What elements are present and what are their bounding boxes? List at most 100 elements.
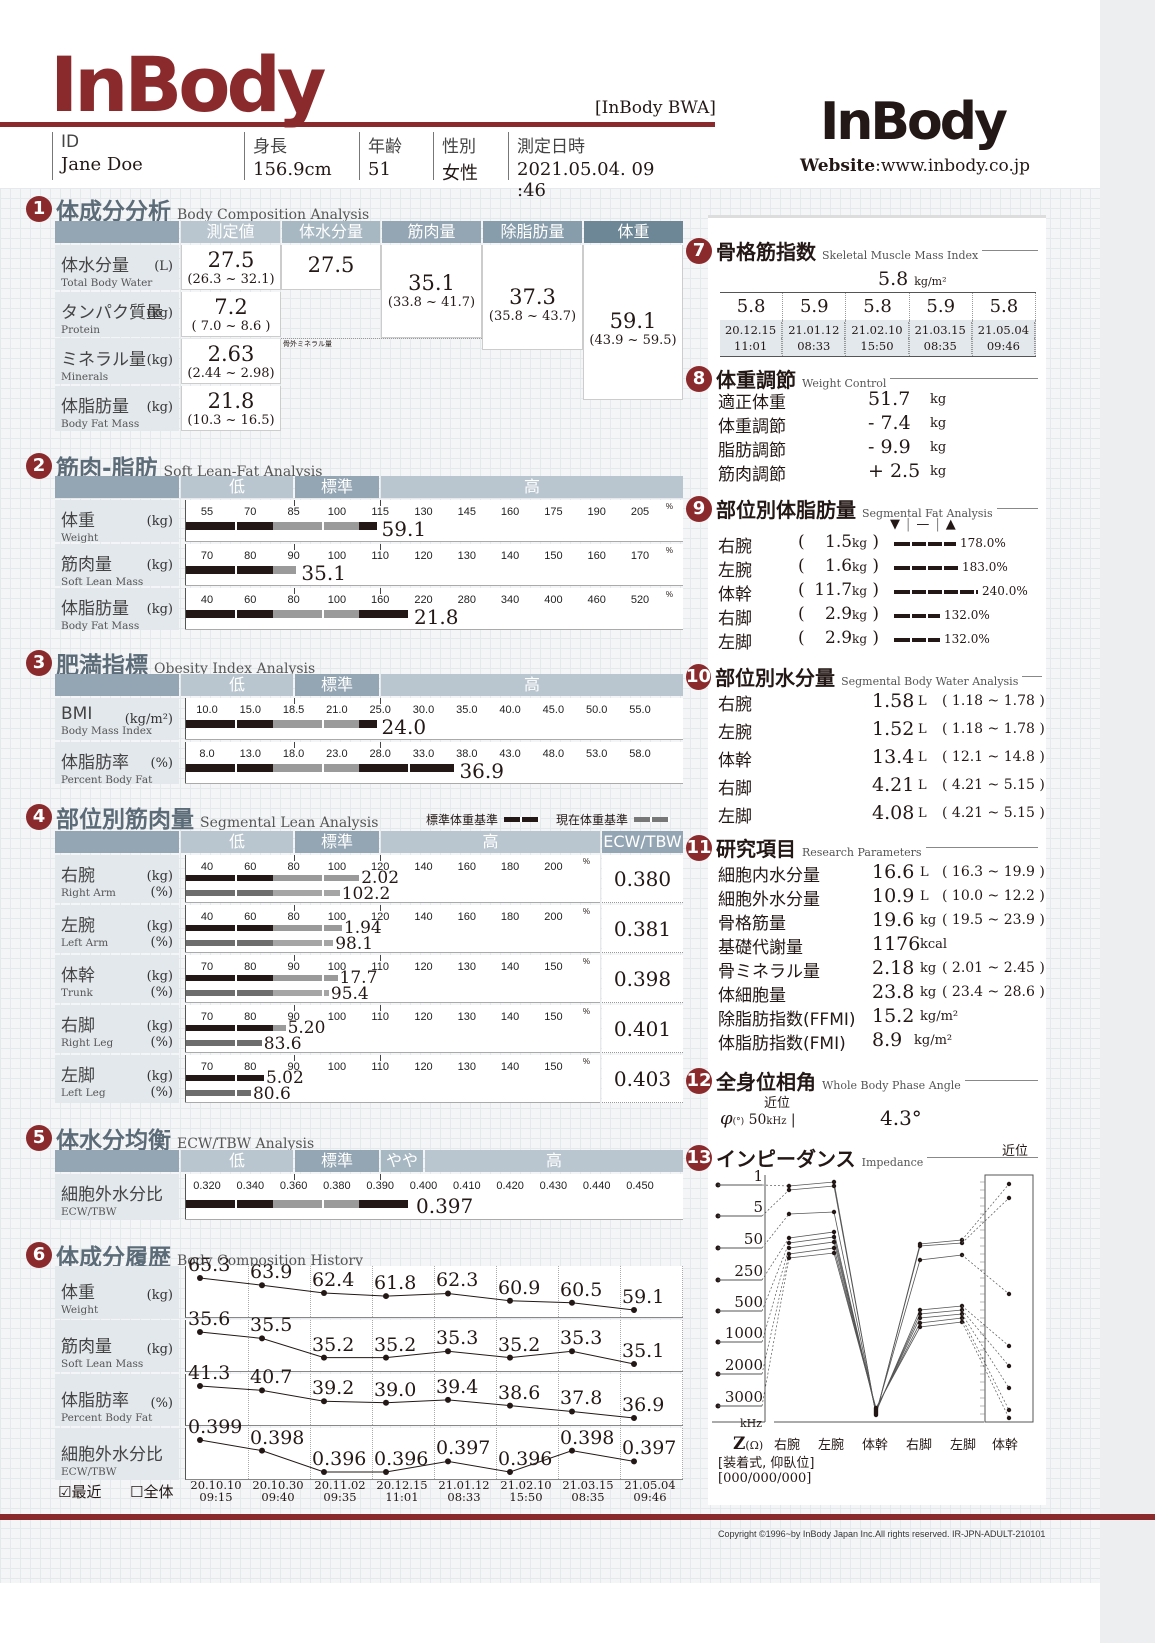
smi-history-date: 21.02.10 15:50 xyxy=(846,320,910,356)
impedance-point xyxy=(873,1405,879,1411)
history-chart-row: 65.3 63.9 62.4 61.8 62.3 60.9 60.5 59.1 xyxy=(185,1256,683,1318)
impedance-point xyxy=(786,1240,792,1246)
trunk-impedance-point xyxy=(1006,1363,1012,1369)
tick-label: 160 xyxy=(500,506,520,518)
tick-label: 0.380 xyxy=(323,1180,351,1192)
range-header-blank xyxy=(55,674,179,696)
page-edge xyxy=(1100,0,1155,1643)
bca-header: 除脂肪量 xyxy=(483,221,582,243)
segmental-pct-value: 98.1 xyxy=(335,934,374,954)
history-point xyxy=(445,1458,451,1465)
history-value: 39.2 xyxy=(312,1377,355,1400)
pct-bar-low xyxy=(186,890,273,896)
segmental-bar-row: 70 80 90 100 110 120 130 140 150% 17.7 95.4 xyxy=(185,955,600,1003)
phase-angle-label: φ(°) 50kHz | xyxy=(720,1108,796,1129)
impedance-point xyxy=(917,1320,923,1326)
tick-label: 145 xyxy=(457,506,476,518)
history-all-toggle[interactable]: ☐全体 xyxy=(130,1481,173,1502)
kg-bar-low xyxy=(186,1025,273,1031)
tick-label: 15.0 xyxy=(239,704,262,716)
tick-label: 200 xyxy=(544,861,563,873)
triangle-down-icon: ▼ xyxy=(890,517,906,532)
segmental-row-label: 左脚 Left Leg (kg) (%) xyxy=(55,1055,179,1103)
bca-header: 筋肉量 xyxy=(382,221,481,243)
range-header-normal: 標準 xyxy=(295,1150,379,1172)
header-rule xyxy=(0,122,715,127)
range-header-normal: 標準 xyxy=(295,831,379,853)
history-row-label: 体脂肪率 Percent Body Fat (%) xyxy=(55,1374,179,1426)
impedance-point xyxy=(786,1183,792,1189)
impedance-point xyxy=(786,1251,792,1257)
impedance-point xyxy=(831,1234,837,1240)
inbody-logo-right: InBody xyxy=(820,92,1008,152)
segmental-bar-row: 40 60 80 100 120 140 160 180 200% 1.94 98.1 xyxy=(185,905,600,953)
tick-label: 80 xyxy=(287,911,300,923)
range-header-slightly-high: やや高 xyxy=(381,1150,423,1192)
history-value: 61.8 xyxy=(374,1272,417,1295)
tick-label: 180 xyxy=(500,861,520,873)
tick-label: 0.390 xyxy=(366,1180,394,1192)
history-value: 59.1 xyxy=(622,1286,665,1308)
impedance-line xyxy=(788,1185,963,1415)
range-header-blank xyxy=(55,476,179,498)
bca-measured-cell: 27.5 (26.3 ~ 32.1) xyxy=(181,245,281,290)
tick-label: 140 xyxy=(500,961,520,973)
impedance-point xyxy=(786,1255,792,1261)
impedance-point xyxy=(917,1324,923,1330)
value-bar-normal xyxy=(272,720,360,728)
tick-label: 175 xyxy=(544,506,563,518)
history-value: 0.397 xyxy=(436,1437,491,1460)
tick-label: 80 xyxy=(244,961,257,973)
tick-label: 40 xyxy=(200,594,214,606)
pct-bar-low xyxy=(186,940,273,946)
section-7-title: 7 骨格筋指数 Skeletal Muscle Mass Index xyxy=(686,236,1038,265)
history-date: 21.03.15 08:35 xyxy=(562,1478,614,1504)
tick-label: 460 xyxy=(587,594,606,606)
pct-bar-normal xyxy=(272,940,334,946)
tick-label: 140 xyxy=(414,911,433,923)
tick-label: 140 xyxy=(500,1061,520,1073)
value-bar-normal xyxy=(272,522,360,530)
model-label: [InBody BWA] xyxy=(595,98,716,118)
pct-bar-low xyxy=(186,1090,251,1096)
tick-label: 150 xyxy=(544,961,563,973)
history-value: 41.3 xyxy=(188,1362,231,1384)
bca-row-label: タンパク質量 Protein (kg) xyxy=(55,292,179,337)
history-value: 63.9 xyxy=(250,1261,293,1284)
range-header-low: 低 xyxy=(181,1150,293,1172)
slf-bar-row: 55 70 85 100 115 130 145 160 175 190 205% 59.1 xyxy=(185,500,683,542)
range-header-normal: 標準 xyxy=(295,476,379,498)
range-header-low: 低 xyxy=(181,831,293,853)
tick-label: 140 xyxy=(500,1011,520,1023)
smi-history-value: 5.8 xyxy=(973,293,1037,320)
range-header-high: 高 xyxy=(381,831,600,853)
history-point xyxy=(631,1458,637,1465)
history-value: 35.3 xyxy=(436,1327,479,1350)
bca-row-label: 体水分量 Total Body Water (L) xyxy=(55,245,179,290)
history-value: 0.398 xyxy=(250,1426,305,1449)
segment-label: 体幹 xyxy=(992,1438,1019,1453)
tick-label: 33.0 xyxy=(412,748,435,760)
value-bar-low xyxy=(186,610,273,618)
range-header-high: 高 xyxy=(381,476,683,498)
history-recent-toggle[interactable]: ☑最近 xyxy=(58,1481,101,1502)
ecw-value: 0.397 xyxy=(415,1194,474,1218)
tick-label: 100 xyxy=(327,506,347,518)
kg-bar-normal xyxy=(272,875,360,881)
legend-std-swatch xyxy=(504,817,541,822)
tick-label: 120 xyxy=(414,550,433,562)
tick-label: 80 xyxy=(287,861,300,873)
tick-label: 8.0 xyxy=(199,748,215,760)
slf-value: 59.1 xyxy=(381,517,427,541)
tick-label: 160 xyxy=(587,550,606,562)
history-date: 20.10.10 09:15 xyxy=(190,1478,242,1504)
range-header-normal: 標準 xyxy=(295,674,379,696)
tick-label: 80 xyxy=(244,1061,257,1073)
impedance-line xyxy=(788,1247,963,1411)
bca-row-label: 体脂肪量 Body Fat Mass (kg) xyxy=(55,386,179,431)
history-value: 37.8 xyxy=(560,1387,603,1410)
ecw-row-label: 細胞外水分比 ECW/TBW xyxy=(55,1174,179,1220)
tick-label: 80 xyxy=(244,550,257,562)
tick-label: 400 xyxy=(544,594,563,606)
history-date: 21.05.04 09:46 xyxy=(624,1478,676,1504)
